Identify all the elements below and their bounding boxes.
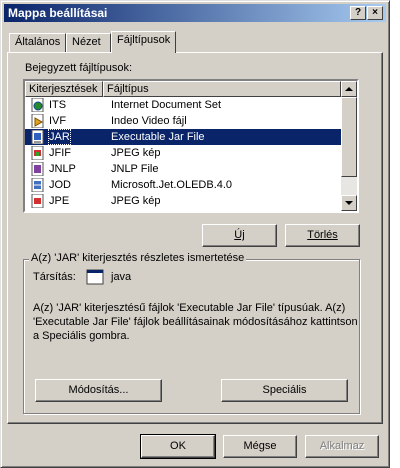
scroll-down-button[interactable] [341,195,357,211]
column-header-extensions[interactable]: Kiterjesztések [25,81,103,97]
title-bar[interactable]: Mappa beállításai ? × [4,4,386,22]
apply-button[interactable]: Alkalmaz [305,435,379,458]
advanced-button[interactable]: Speciális [221,379,348,402]
arrow-down-icon [345,201,353,205]
description-line-2: 'Executable Jar File' fájlok beállításai… [33,316,358,328]
jnlp-file-icon [31,162,44,176]
scroll-thumb[interactable] [341,97,357,177]
internet-document-icon [31,98,44,112]
image-file-icon [31,194,44,208]
help-button[interactable]: ? [350,6,366,20]
registered-types-label: Bejegyzett fájltípusok: [25,62,133,74]
details-group-label: A(z) 'JAR' kiterjesztés részletes ismert… [29,252,247,264]
list-scrollbar[interactable] [341,81,357,211]
list-item[interactable]: ITS Internet Document Set [25,97,341,113]
window-title: Mappa beállításai [8,6,108,20]
list-item[interactable]: JPE JPEG kép [25,193,341,209]
folder-options-dialog: Mappa beállításai ? × Általános Nézet Fá… [0,0,390,468]
tab-general[interactable]: Általános [9,33,66,52]
change-button[interactable]: Módosítás... [35,379,162,402]
column-header-file-type[interactable]: Fájltípus [103,81,341,97]
opens-with-value: java [111,271,132,283]
image-file-icon [31,146,44,160]
list-item[interactable]: IVF Indeo Video fájl [25,113,341,129]
file-types-list[interactable]: Kiterjesztések Fájltípus ITS Internet Do… [23,79,359,213]
close-button[interactable]: × [367,6,383,20]
list-header: Kiterjesztések Fájltípus [25,81,341,97]
description-line-1: A(z) 'JAR' kiterjesztésű fájlok 'Executa… [33,302,346,314]
jar-file-icon [31,130,44,144]
delete-button[interactable]: Törlés [285,224,360,247]
new-button[interactable]: Új [202,224,277,247]
scroll-up-button[interactable] [341,81,357,97]
database-file-icon [31,178,44,192]
list-item[interactable]: JOD Microsoft.Jet.OLEDB.4.0 [25,177,341,193]
ok-button[interactable]: OK [140,434,216,459]
tab-view[interactable]: Nézet [66,33,111,52]
video-file-icon [31,114,44,128]
application-window-icon [86,269,104,285]
list-item[interactable]: JNLP JNLP File [25,161,341,177]
tab-file-types[interactable]: Fájltípusok [111,31,176,53]
cancel-button[interactable]: Mégse [223,435,297,458]
opens-with-label: Társítás: [33,271,76,283]
list-item[interactable]: JFIF JPEG kép [25,145,341,161]
arrow-up-icon [345,87,353,91]
list-item-selected[interactable]: JAR Executable Jar File [25,129,341,145]
description-line-3: a Speciális gombra. [33,330,130,342]
